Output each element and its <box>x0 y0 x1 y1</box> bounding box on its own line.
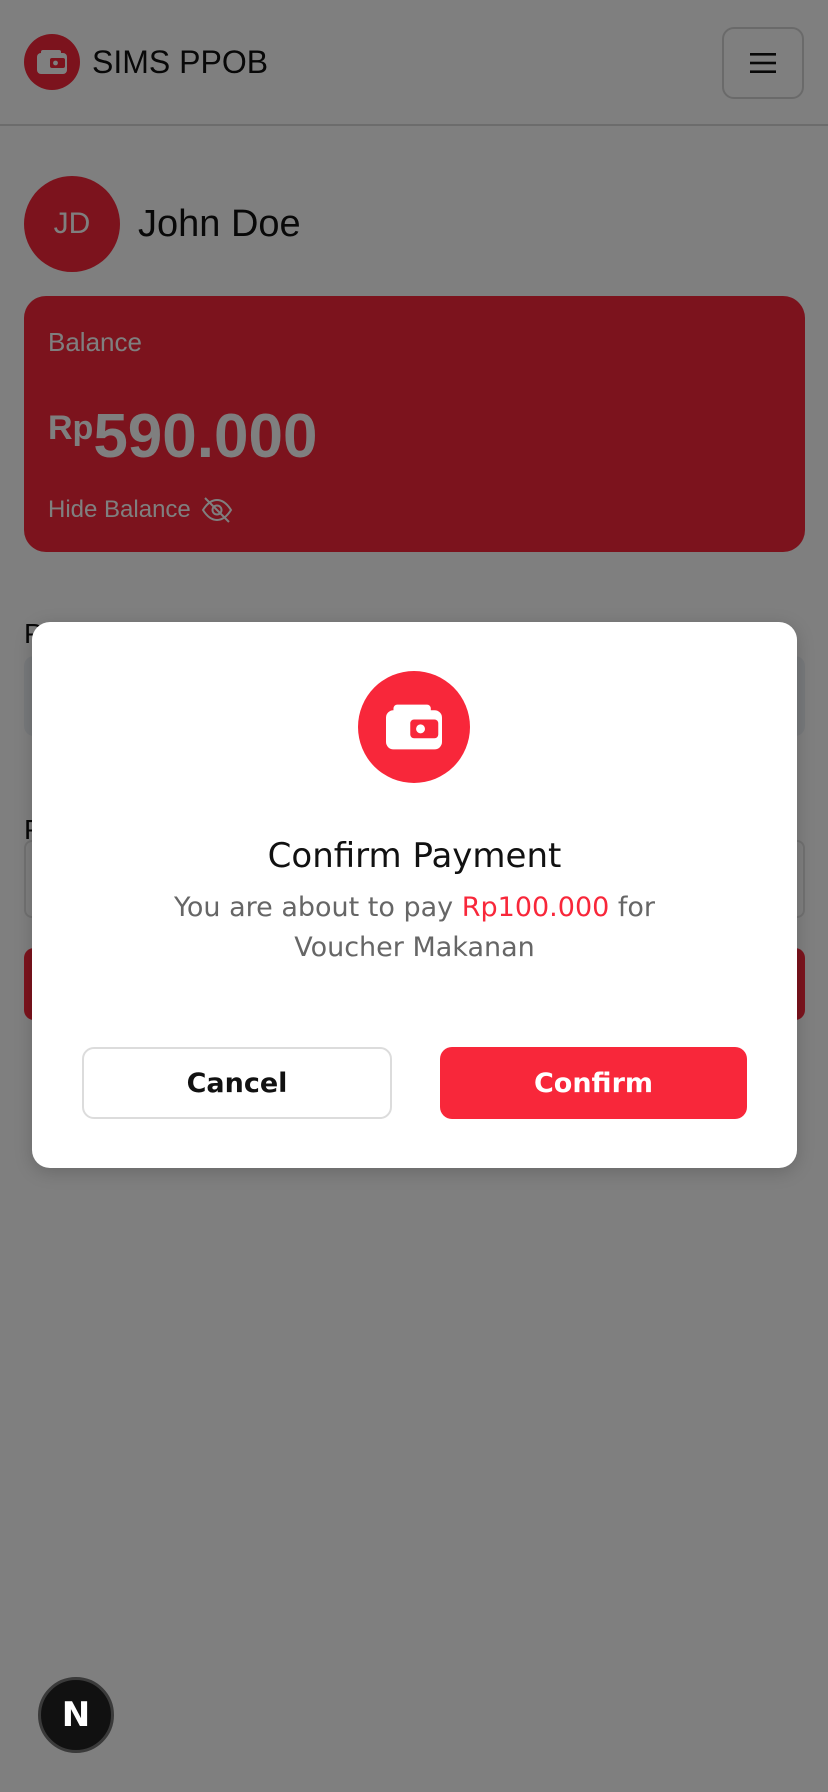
modal-title: Confirm Payment <box>267 836 562 876</box>
dev-tools-badge[interactable]: N <box>38 1677 114 1753</box>
confirm-payment-modal: Confirm Payment You are about to pay Rp1… <box>32 622 797 1168</box>
modal-message: You are about to pay Rp100.000 for Vouch… <box>122 888 707 968</box>
badge-label: N <box>61 1695 91 1735</box>
message-prefix: You are about to pay <box>173 892 462 923</box>
wallet-icon <box>358 671 470 783</box>
cancel-button[interactable]: Cancel <box>82 1047 392 1119</box>
payment-amount: Rp100.000 <box>461 892 610 923</box>
confirm-button[interactable]: Confirm <box>440 1047 747 1119</box>
